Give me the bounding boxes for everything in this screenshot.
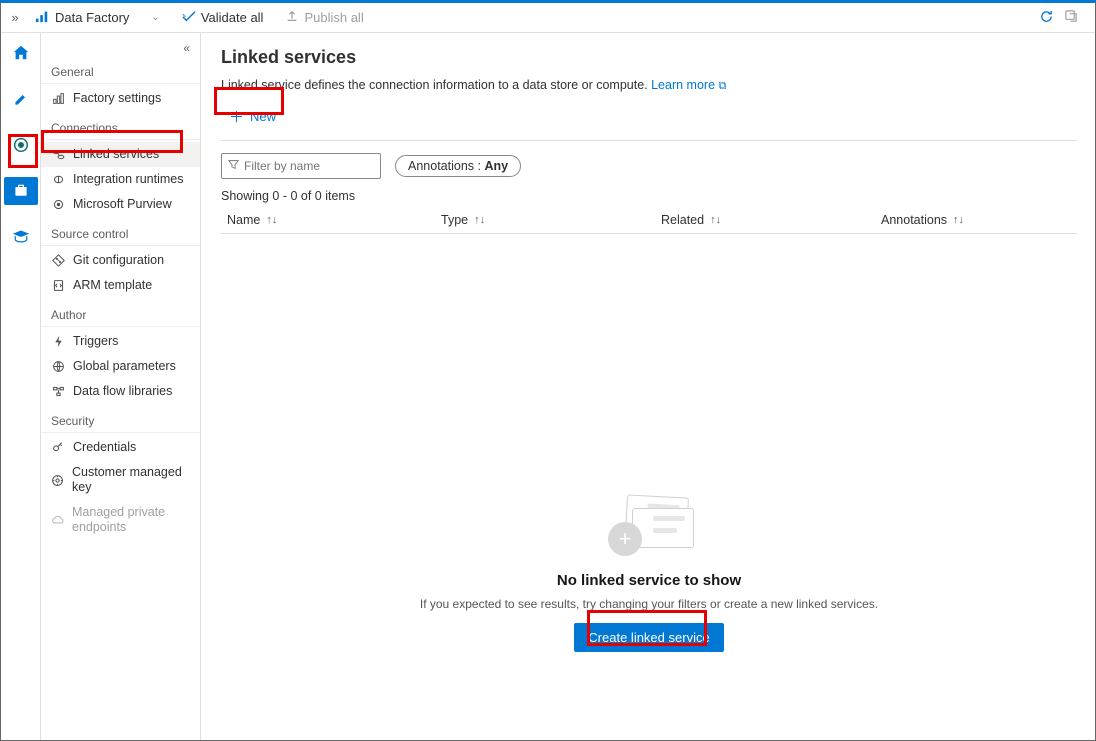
product-switcher[interactable]: Data Factory ⌄ [35, 9, 160, 26]
plus-icon: ＋ [229, 106, 244, 127]
sort-icon: ↑↓ [953, 214, 964, 226]
nav-linked-services[interactable]: Linked services [41, 142, 200, 167]
key-icon [51, 441, 65, 454]
template-icon [51, 279, 65, 292]
rail-home[interactable] [4, 39, 38, 67]
settings-icon [51, 92, 65, 105]
col-annotations[interactable]: Annotations↑↓ [881, 213, 1077, 227]
divider [221, 140, 1077, 141]
group-source-control: Source control [41, 217, 200, 246]
empty-state: + No linked service to show If you expec… [221, 494, 1077, 652]
external-link-icon: ⧉ [719, 80, 727, 92]
git-icon [51, 254, 65, 267]
nav-label: Microsoft Purview [73, 197, 172, 212]
nav-label: Git configuration [73, 253, 164, 268]
refresh-icon[interactable] [1039, 9, 1054, 27]
left-rail [1, 33, 41, 740]
nav-global-params[interactable]: Global parameters [41, 354, 200, 379]
rail-author[interactable] [4, 85, 38, 113]
purview-icon [51, 198, 65, 211]
data-factory-icon [35, 9, 49, 26]
nav-label: Factory settings [73, 91, 161, 106]
nav-cmk[interactable]: Customer managed key [41, 460, 200, 500]
nav-label: Managed private endpoints [72, 505, 190, 535]
nav-triggers[interactable]: Triggers [41, 329, 200, 354]
collapse-side-icon[interactable]: « [41, 41, 200, 55]
trigger-icon [51, 335, 65, 348]
flow-icon [51, 385, 65, 398]
cmk-icon [51, 474, 64, 487]
publish-all-button: Publish all [285, 9, 363, 26]
globe-icon [51, 360, 65, 373]
nav-label: Triggers [73, 334, 118, 349]
nav-label: Data flow libraries [73, 384, 172, 399]
validate-all-label: Validate all [201, 10, 264, 25]
new-label: New [250, 109, 276, 124]
create-linked-service-button[interactable]: Create linked service [574, 623, 723, 652]
group-author: Author [41, 298, 200, 327]
plus-circle-icon: + [608, 522, 642, 556]
empty-graphic: + [604, 494, 694, 564]
col-type[interactable]: Type↑↓ [441, 213, 661, 227]
empty-heading: No linked service to show [557, 572, 741, 589]
filter-by-name-input[interactable] [244, 159, 374, 173]
nav-purview[interactable]: Microsoft Purview [41, 192, 200, 217]
nav-label: Customer managed key [72, 465, 190, 495]
table-header: Name↑↓ Type↑↓ Related↑↓ Annotations↑↓ [221, 213, 1077, 234]
nav-label: Credentials [73, 440, 136, 455]
nav-label: Global parameters [73, 359, 176, 374]
check-icon [182, 9, 196, 26]
nav-label: Linked services [73, 147, 159, 162]
link-icon [51, 148, 65, 161]
nav-credentials[interactable]: Credentials [41, 435, 200, 460]
nav-factory-settings[interactable]: Factory settings [41, 86, 200, 111]
expand-left-rail-icon[interactable]: » [7, 10, 23, 25]
upload-icon [285, 9, 299, 26]
rail-monitor[interactable] [4, 131, 38, 159]
showing-count: Showing 0 - 0 of 0 items [221, 189, 1077, 203]
nav-mpe: Managed private endpoints [41, 500, 200, 540]
empty-text: If you expected to see results, try chan… [420, 597, 878, 611]
group-security: Security [41, 404, 200, 433]
annotations-filter[interactable]: Annotations : Any [395, 155, 521, 177]
sort-icon: ↑↓ [474, 214, 485, 226]
runtime-icon [51, 173, 65, 186]
col-name[interactable]: Name↑↓ [221, 213, 441, 227]
main-content: Linked services Linked service defines t… [201, 33, 1095, 740]
nav-arm[interactable]: ARM template [41, 273, 200, 298]
cloud-icon [51, 514, 64, 527]
group-general: General [41, 55, 200, 84]
side-panel: « General Factory settings Connections L… [41, 33, 201, 740]
feedback-icon[interactable] [1064, 9, 1079, 27]
nav-integration-runtimes[interactable]: Integration runtimes [41, 167, 200, 192]
col-related[interactable]: Related↑↓ [661, 213, 881, 227]
nav-label: ARM template [73, 278, 152, 293]
group-connections: Connections [41, 111, 200, 140]
nav-git[interactable]: Git configuration [41, 248, 200, 273]
publish-all-label: Publish all [304, 10, 363, 25]
new-button[interactable]: ＋ New [221, 101, 284, 132]
sort-icon: ↑↓ [266, 214, 277, 226]
product-name: Data Factory [55, 10, 129, 25]
sort-icon: ↑↓ [710, 214, 721, 226]
nav-label: Integration runtimes [73, 172, 183, 187]
page-description: Linked service defines the connection in… [221, 78, 1077, 93]
rail-manage[interactable] [4, 177, 38, 205]
page-title: Linked services [221, 47, 1077, 68]
nav-dataflow-libs[interactable]: Data flow libraries [41, 379, 200, 404]
chevron-down-icon: ⌄ [151, 12, 159, 23]
validate-all-button[interactable]: Validate all [182, 9, 264, 26]
learn-more-link[interactable]: Learn more [651, 78, 715, 92]
filter-icon [228, 159, 239, 173]
rail-learn[interactable] [4, 223, 38, 251]
filter-input-wrapper[interactable] [221, 153, 381, 179]
